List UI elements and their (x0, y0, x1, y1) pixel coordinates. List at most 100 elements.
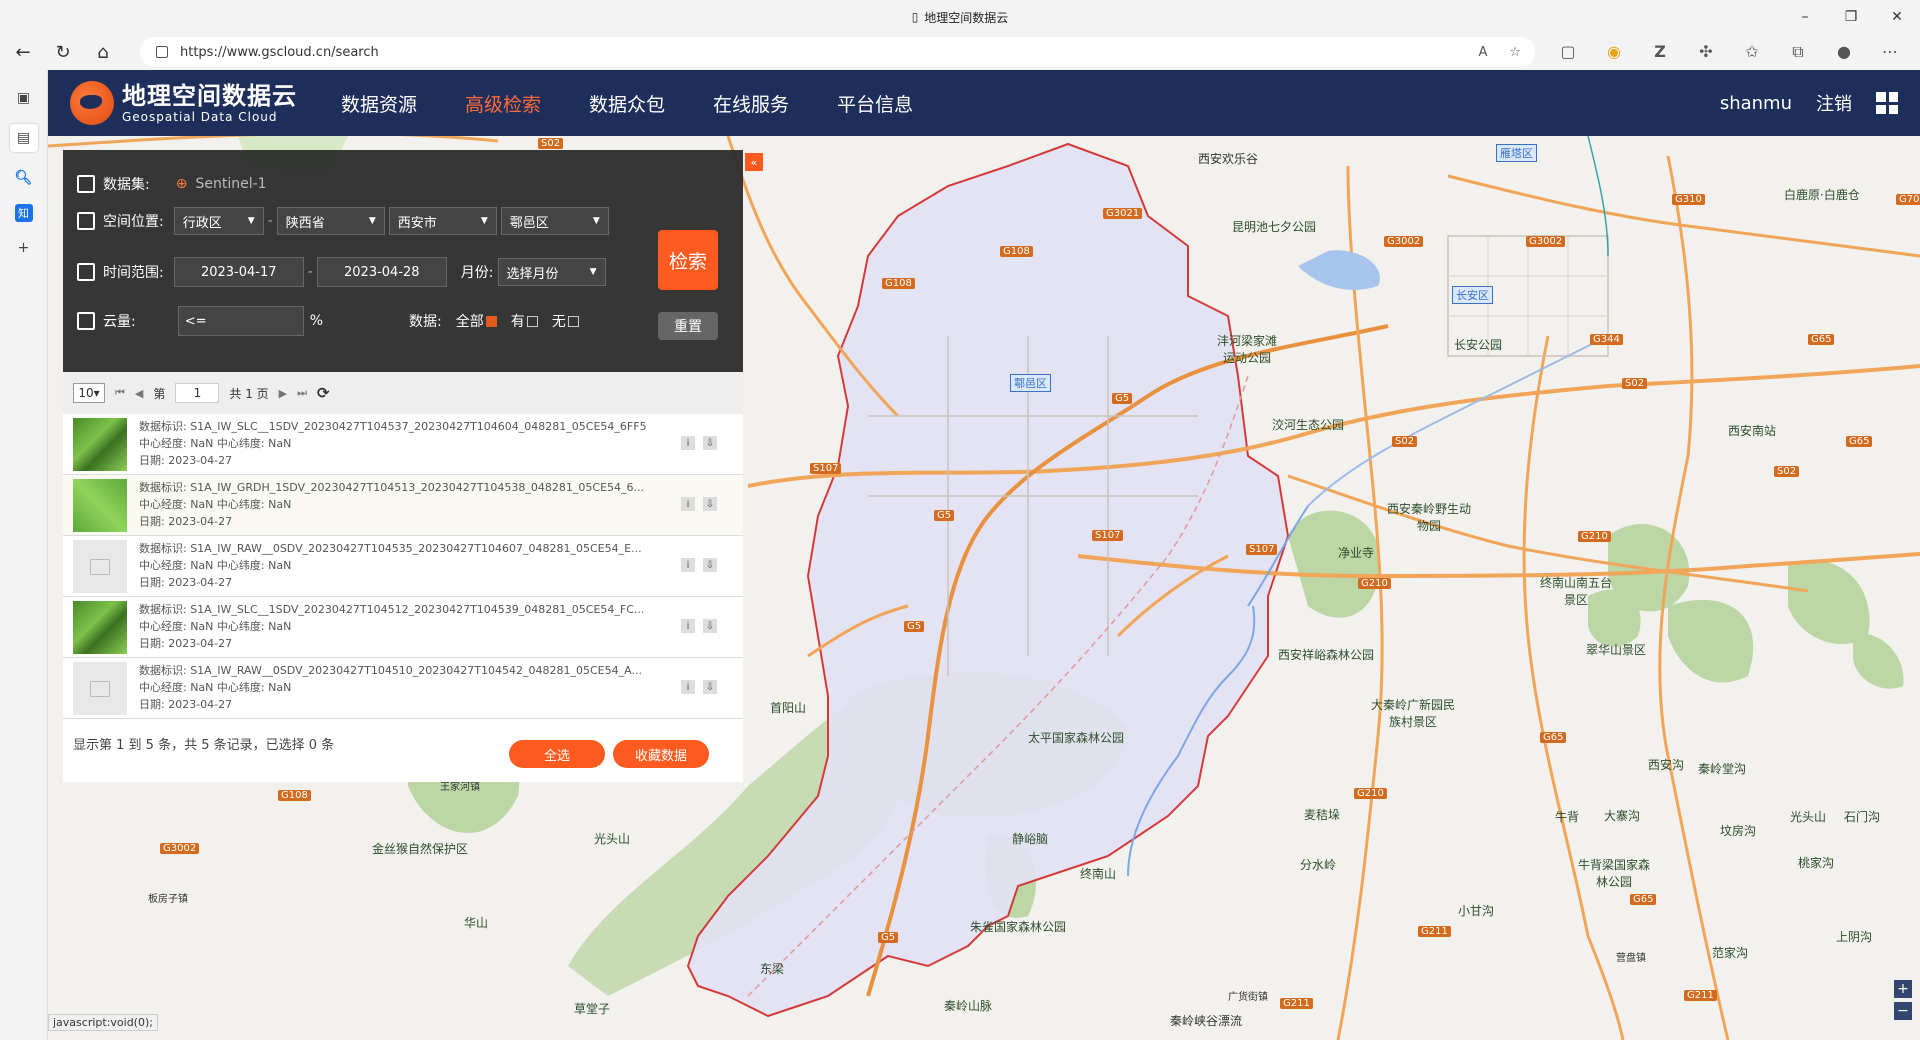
province-select[interactable]: 陕西省 ▼ (276, 207, 385, 235)
result-thumbnail-placeholder[interactable] (73, 540, 127, 593)
favorite-data-button[interactable]: 收藏数据 (613, 740, 709, 768)
home-icon[interactable]: ⌂ (86, 37, 120, 67)
nav-platform-info[interactable]: 平台信息 (837, 90, 913, 117)
road-label: G5 (934, 510, 955, 521)
profile-icon[interactable]: ● (1833, 42, 1855, 62)
date-to-input[interactable]: 2023-04-28 (316, 257, 447, 287)
reset-button[interactable]: 重置 (658, 312, 718, 340)
road-label: G211 (1684, 990, 1717, 1001)
road-label: G210 (1354, 788, 1387, 799)
zhihu-icon[interactable]: 知 (14, 204, 33, 222)
opt-no-checkbox[interactable] (567, 315, 579, 327)
more-icon[interactable]: ⋯ (1879, 42, 1901, 62)
nav-online-service[interactable]: 在线服务 (713, 90, 789, 117)
district-select[interactable]: 鄠邑区 ▼ (500, 207, 609, 235)
collections-icon[interactable]: ⧉ (1787, 42, 1809, 62)
download-icon[interactable]: ⇩ (703, 558, 717, 572)
download-icon[interactable]: ⇩ (703, 497, 717, 511)
back-icon[interactable]: ← (6, 37, 40, 67)
result-thumbnail[interactable] (73, 418, 127, 471)
page-size-select[interactable]: 10 ▾ (73, 383, 105, 403)
refresh-results-icon[interactable]: ⟳ (317, 384, 330, 402)
date-from-input[interactable]: 2023-04-17 (173, 257, 304, 287)
cloud-label: 云量: (103, 314, 136, 330)
favorites-icon[interactable]: ✩ (1741, 42, 1763, 62)
map-label-daqinling: 大秦岭广新园民族村景区 (1370, 698, 1455, 729)
nav-advanced-search[interactable]: 高级检索 (465, 90, 541, 117)
opt-no-label: 无 (551, 314, 566, 330)
info-icon[interactable]: i (681, 619, 695, 633)
add-dataset-icon[interactable]: ⊕ (176, 176, 188, 192)
map-label-fenshui: 分水岭 (1300, 858, 1337, 872)
result-thumbnail[interactable] (73, 479, 127, 532)
info-icon[interactable]: i (681, 497, 695, 511)
prev-page-icon[interactable]: ◀ (135, 387, 143, 400)
map-label-dazhai: 大寨沟 (1604, 809, 1641, 823)
restore-icon[interactable]: ❐ (1828, 0, 1874, 34)
favorite-add-icon[interactable]: ☆ (1509, 45, 1521, 60)
select-all-button[interactable]: 全选 (509, 740, 605, 768)
result-item[interactable]: 数据标识: S1A_IW_RAW__0SDV_20230427T104510_2… (63, 658, 743, 719)
next-page-icon[interactable]: ▶ (279, 387, 287, 400)
map-label-jinsi: 金丝猴自然保护区 (372, 842, 469, 856)
refresh-icon[interactable]: ↻ (46, 37, 80, 67)
collapse-panel-button[interactable]: « (745, 153, 763, 171)
apps-grid-icon[interactable] (1876, 92, 1898, 114)
result-item[interactable]: 数据标识: S1A_IW_GRDH_1SDV_20230427T104513_2… (63, 475, 743, 536)
map-label-huyi[interactable]: 鄠邑区 (1010, 374, 1051, 392)
minimize-icon[interactable]: – (1782, 0, 1828, 34)
url-input[interactable]: https://www.gscloud.cn/search A ☆ (140, 37, 1535, 67)
page-input[interactable]: 1 (175, 383, 220, 403)
map-label-yanta[interactable]: 雁塔区 (1496, 144, 1537, 162)
info-icon[interactable]: i (681, 680, 695, 694)
map-label-shangyin: 上阴沟 (1836, 930, 1873, 944)
cloud-icon (77, 312, 95, 330)
road-label: G3021 (1103, 208, 1143, 219)
add-tab-icon[interactable]: + (10, 234, 38, 262)
city-select[interactable]: 西安市 ▼ (388, 207, 497, 235)
username[interactable]: shanmu (1720, 93, 1792, 114)
dataset-value[interactable]: Sentinel-1 (195, 176, 266, 192)
tab-title-text: 地理空间数据云 (924, 10, 1009, 25)
result-thumbnail[interactable] (73, 601, 127, 654)
close-icon[interactable]: ✕ (1874, 0, 1920, 34)
info-icon[interactable]: i (681, 558, 695, 572)
total-pages: 共 1 页 (229, 386, 269, 401)
map-label-changan-park: 长安公园 (1454, 338, 1503, 352)
opt-yes-checkbox[interactable] (526, 315, 538, 327)
nav-data-resources[interactable]: 数据资源 (341, 90, 417, 117)
info-icon[interactable]: i (681, 436, 695, 450)
month-select[interactable]: 选择月份 ▼ (497, 258, 606, 286)
logout-link[interactable]: 注销 (1816, 90, 1852, 116)
tab-actions-icon[interactable]: ▣ (10, 84, 38, 112)
result-item[interactable]: 数据标识: S1A_IW_SLC__1SDV_20230427T104512_2… (63, 597, 743, 658)
opt-all-checkbox[interactable] (485, 315, 497, 327)
zoom-in-icon[interactable]: + (1894, 980, 1912, 998)
map-label-changan[interactable]: 长安区 (1452, 286, 1493, 304)
extension-icon[interactable]: ▢ (1557, 42, 1579, 62)
road-label: G211 (1418, 926, 1451, 937)
puzzle-icon[interactable]: ✣ (1695, 42, 1717, 62)
last-page-icon[interactable]: ⏭ (297, 386, 307, 400)
map-label-huashan: 华山 (464, 916, 489, 930)
result-item[interactable]: 数据标识: S1A_IW_RAW__0SDV_20230427T104535_2… (63, 536, 743, 597)
read-aloud-icon[interactable]: A (1478, 45, 1487, 60)
road-label: G70 (1896, 194, 1920, 205)
cloud-input[interactable]: <= (177, 306, 304, 336)
extension-color-icon[interactable]: ◉ (1603, 42, 1625, 62)
download-icon[interactable]: ⇩ (703, 436, 717, 450)
result-item[interactable]: 数据标识: S1A_IW_SLC__1SDV_20230427T104537_2… (63, 414, 743, 475)
first-page-icon[interactable]: ⏮ (115, 386, 125, 400)
search-button[interactable]: 检索 (658, 230, 718, 290)
extension-z-icon[interactable]: Z (1649, 42, 1671, 62)
nav-crowdsource[interactable]: 数据众包 (589, 90, 665, 117)
page-tab-icon[interactable]: ▤ (9, 124, 38, 152)
location-type-select[interactable]: 行政区 ▼ (173, 207, 264, 235)
road-label: G3002 (160, 843, 200, 854)
result-thumbnail-placeholder[interactable] (73, 662, 127, 715)
search-icon[interactable]: 🔍︎ (10, 164, 38, 192)
download-icon[interactable]: ⇩ (703, 619, 717, 633)
site-logo[interactable]: 地理空间数据云 Geospatial Data Cloud (70, 81, 297, 125)
zoom-out-icon[interactable]: − (1894, 1002, 1912, 1020)
download-icon[interactable]: ⇩ (703, 680, 717, 694)
